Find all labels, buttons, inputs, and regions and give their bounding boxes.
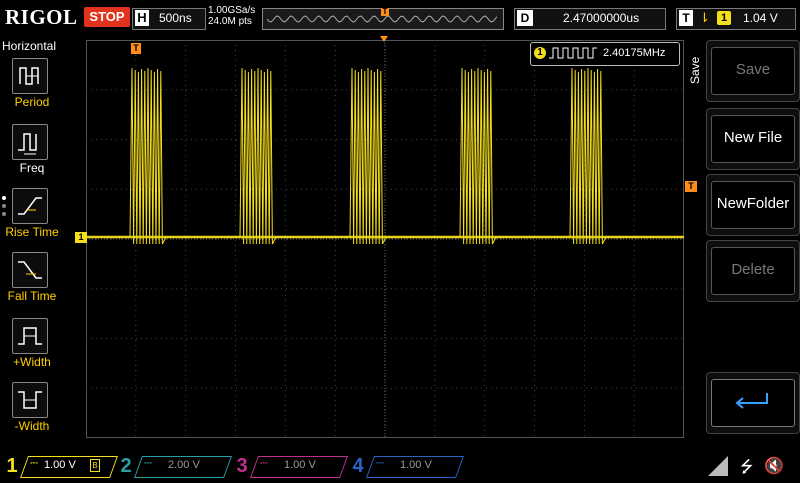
top-status-bar: RIGOL STOP H 500ns 1.00GSa/s 24.0M pts T… [0,0,800,34]
fall-time-icon [12,252,48,288]
channel4-scale: 1.00 V [400,459,432,471]
channel2-status[interactable]: 2 ⎓ 2.00 V [116,454,233,478]
trigger-box[interactable]: T ⇂ 1 1.04 V [676,8,796,30]
usb-icon: ⭍ [740,459,754,476]
counter-channel-badge: 1 [534,47,546,59]
delete-button-label: Delete [731,261,775,278]
frequency-value: 2.40175MHz [603,47,666,59]
dc-coupling-icon: ⎓ [260,458,268,469]
new-file-button[interactable]: New File [706,108,800,170]
brand-logo: RIGOL [5,5,78,29]
period-icon [12,58,48,94]
channel-status-bar: 1 ⎓ 1.00 V B 2 ⎓ 2.00 V 3 ⎓ 1.00 V 4 ⎓ 1… [0,452,800,480]
rise-time-label: Rise Time [5,225,59,239]
timebase-value: 500ns [159,11,192,25]
measure-positive-width-button[interactable]: +Width [0,318,64,380]
run-stop-indicator[interactable]: STOP [84,7,130,27]
trigger-position-marker: T [381,7,389,16]
positive-width-icon [12,318,48,354]
channel1-scale: 1.00 V [44,459,76,471]
rising-edge-icon: ⇂ [699,10,710,25]
menu-title: Horizontal [2,39,57,53]
channel4-number: 4 [352,455,364,477]
memory-depth: 24.0M pts [208,16,252,27]
return-arrow-icon [735,393,768,409]
channel2-scale: 2.00 V [168,459,200,471]
new-folder-button-label: NewFolder [716,195,790,212]
memory-overview-wave [267,15,497,23]
negative-width-icon [12,382,48,418]
channel4-status[interactable]: 4 ⎓ 1.00 V [348,454,465,478]
channel3-scale: 1.00 V [284,459,316,471]
save-menu: Save Save New File NewFolder Delete [688,40,800,440]
channel1-status[interactable]: 1 ⎓ 1.00 V B [2,454,119,478]
save-button[interactable]: Save [706,40,800,102]
channel1-waveform [86,67,684,245]
measure-fall-time-button[interactable]: Fall Time [0,252,64,314]
pulse-train-icon [549,47,597,59]
delay-box[interactable]: D 2.47000000us [514,8,666,30]
frequency-counter: 1 2.40175MHz [530,42,680,66]
trigger-source-badge: 1 [717,11,731,25]
freq-label: Freq [19,161,45,175]
negative-width-label: -Width [14,419,50,433]
trigger-time-marker: T [131,43,141,54]
new-folder-button[interactable]: NewFolder [706,174,800,236]
measure-period-button[interactable]: Period [0,58,64,120]
dc-coupling-icon: ⎓ [144,458,152,469]
save-menu-tab: Save [688,56,702,84]
speaker-muted-icon[interactable]: 🔇 [764,456,784,476]
channel3-number: 3 [236,455,248,477]
waveform-display[interactable] [86,40,684,438]
period-label: Period [14,95,50,109]
measure-rise-time-button[interactable]: Rise Time [0,188,64,250]
acquisition-info: 1.00GSa/s 24.0M pts [208,5,255,27]
fall-time-label: Fall Time [7,289,57,303]
delay-key: D [517,10,533,26]
dc-coupling-icon: ⎓ [376,458,384,469]
sample-rate: 1.00GSa/s [208,5,256,16]
measure-negative-width-button[interactable]: -Width [0,382,64,444]
channel1-number: 1 [6,455,18,477]
channel2-number: 2 [120,455,132,477]
rise-time-icon [12,188,48,224]
measure-freq-button[interactable]: Freq [0,124,64,186]
navigation-triangle-icon[interactable] [708,456,728,476]
horizontal-measure-menu: Horizontal Period Freq Rise Time Fall Ti… [0,36,64,448]
horizontal-center-marker [380,36,388,42]
timebase-key: H [135,10,149,26]
channel3-status[interactable]: 3 ⎓ 1.00 V [232,454,349,478]
back-button[interactable] [706,372,800,434]
delay-value: 2.47000000us [563,11,640,25]
delete-button[interactable]: Delete [706,240,800,302]
timebase-box[interactable]: H 500ns [132,8,206,30]
new-file-button-label: New File [723,129,783,146]
save-button-label: Save [735,61,771,78]
bandwidth-limit-icon: B [90,459,100,472]
positive-width-label: +Width [13,355,51,369]
freq-icon [12,124,48,160]
trigger-level-value: 1.04 V [743,11,778,25]
channel1-offset-marker[interactable]: 1 [75,232,87,243]
dc-coupling-icon: ⎓ [30,458,38,469]
trigger-key: T [679,10,693,26]
